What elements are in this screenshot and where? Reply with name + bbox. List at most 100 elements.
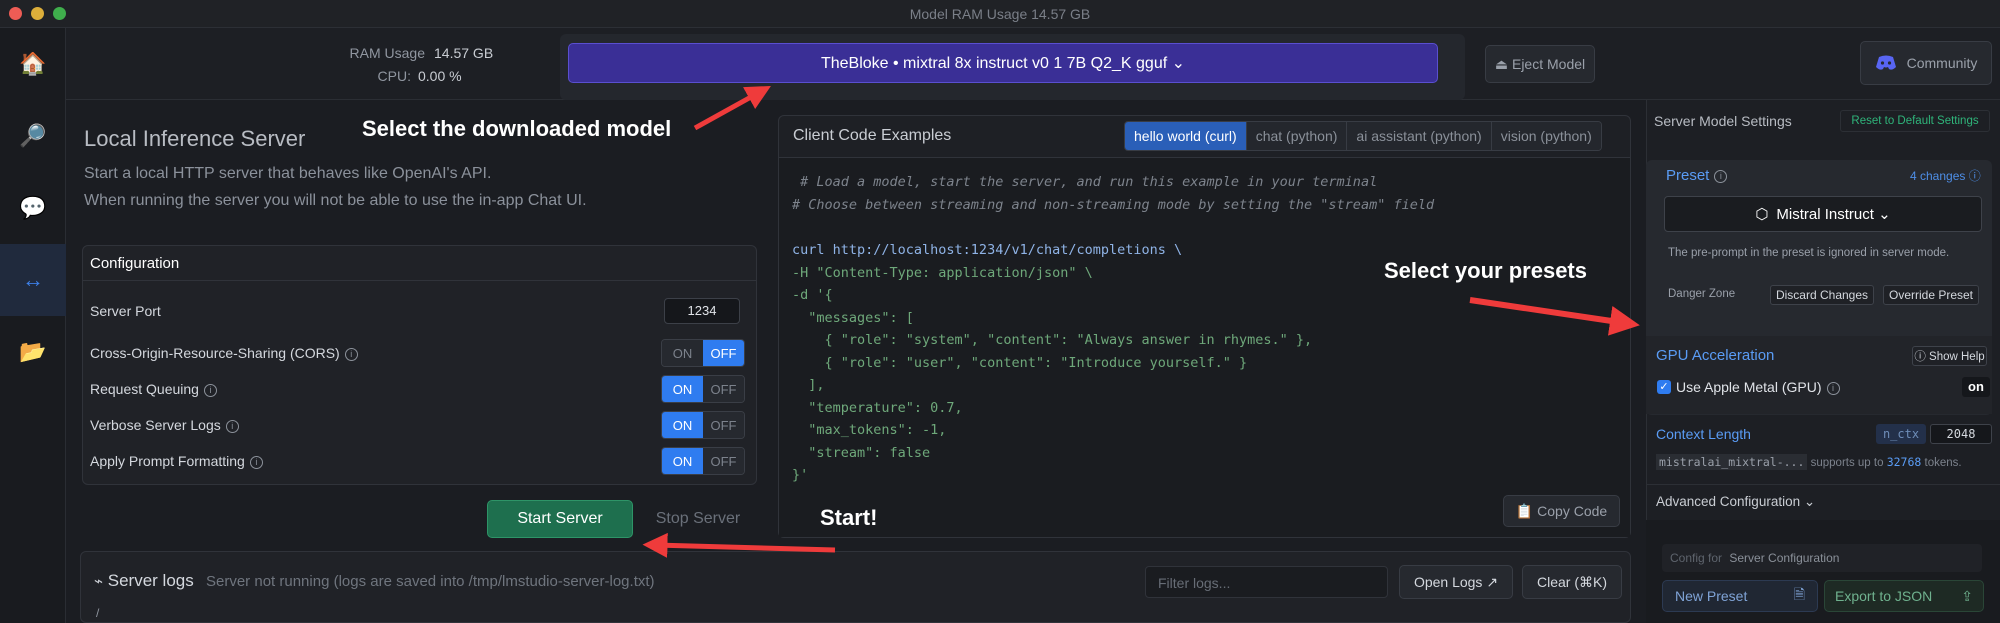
ram-usage-value: 14.57 GB [434, 45, 494, 61]
configuration-panel [82, 245, 757, 485]
metal-toggle[interactable]: on [1962, 377, 1990, 397]
code-line: "max_tokens": -1, [792, 422, 947, 438]
code-line: }' [792, 467, 809, 483]
toggle-off[interactable]: OFF [703, 448, 744, 474]
tab-hello-world-curl[interactable]: hello world (curl) [1125, 122, 1247, 150]
nav-server[interactable]: ↔ [0, 244, 66, 316]
toggle-on[interactable]: ON [662, 448, 703, 474]
chat-icon: 💬 [19, 195, 47, 220]
nav-models-folder[interactable]: 📂 [0, 316, 66, 388]
code-line: -H "Content-Type: application/json" \ [792, 265, 1093, 281]
code-line: "temperature": 0.7, [792, 400, 963, 416]
advanced-configuration-toggle[interactable]: Advanced Configuration ⌄ [1656, 494, 1815, 510]
description-line-2: When running the server you will not be … [84, 192, 587, 209]
eject-model-button[interactable]: ⏏ Eject Model [1485, 45, 1595, 83]
request-queuing-label: Request Queuing i [90, 381, 217, 397]
page-title: Local Inference Server [84, 126, 306, 151]
arrow-to-start [642, 532, 836, 558]
code-line: -d '{ [792, 287, 833, 303]
tab-chat-python[interactable]: chat (python) [1246, 122, 1348, 150]
info-icon[interactable]: i [249, 456, 263, 469]
copy-code-button[interactable]: 📋 Copy Code [1503, 495, 1620, 527]
community-label: Community [1906, 55, 1978, 71]
preset-changes-badge[interactable]: 4 changes ⓘ [1910, 167, 1981, 184]
code-line: "stream": false [792, 445, 931, 461]
server-port-input[interactable]: 1234 [664, 298, 740, 324]
stop-server-button[interactable]: Stop Server [648, 500, 748, 538]
annotation-start: Start! [820, 505, 878, 530]
divider [1646, 484, 2000, 485]
ram-usage-label: RAM Usage [349, 45, 425, 61]
context-support-note: mistralai_mixtral-... supports up to 327… [1656, 454, 1962, 470]
code-examples-title: Client Code Examples [793, 127, 952, 144]
code-tabs: hello world (curl) chat (python) ai assi… [1124, 121, 1602, 151]
toggle-on[interactable]: ON [662, 412, 703, 438]
override-preset-button[interactable]: Override Preset [1883, 285, 1979, 305]
code-line: ], [792, 377, 825, 393]
verbose-logs-label: Verbose Server Logs i [90, 417, 239, 433]
new-preset-button[interactable]: New Preset 🗎 [1662, 580, 1818, 612]
open-logs-button[interactable]: Open Logs ↗ [1399, 565, 1513, 599]
model-selector-button[interactable]: TheBloke • mixtral 8x instruct v0 1 7B Q… [568, 43, 1438, 83]
cube-icon: ⬡ [1755, 206, 1769, 223]
context-length-label: Context Length [1656, 426, 1751, 442]
metal-checkbox[interactable]: ✓ [1657, 380, 1671, 394]
nav-chat[interactable]: 💬 [0, 172, 66, 244]
verbose-logs-toggle[interactable]: ON OFF [661, 411, 745, 439]
preset-select[interactable]: ⬡ Mistral Instruct ⌄ [1664, 196, 1982, 232]
discord-icon [1875, 55, 1896, 70]
code-line: curl http://localhost:1234/v1/chat/compl… [792, 242, 1183, 258]
request-queuing-toggle[interactable]: ON OFF [661, 375, 745, 403]
filter-logs-input[interactable]: Filter logs... [1145, 566, 1388, 598]
preset-note: The pre-prompt in the preset is ignored … [1668, 247, 1950, 259]
reset-defaults-button[interactable]: Reset to Default Settings [1840, 110, 1990, 132]
file-icon: 🗎 [1793, 586, 1805, 602]
context-length-input[interactable]: 2048 [1930, 424, 1992, 444]
window-title: Model RAM Usage 14.57 GB [909, 6, 1091, 22]
start-server-button[interactable]: Start Server [487, 500, 633, 538]
info-icon[interactable]: i [225, 420, 239, 433]
title-bar: Model RAM Usage 14.57 GB [0, 0, 2000, 28]
activity-icon: ⌁ [94, 573, 104, 590]
server-icon: ↔ [22, 267, 44, 292]
settings-title: Server Model Settings [1654, 113, 1792, 129]
code-line: { "role": "user", "content": "Introduce … [792, 355, 1248, 371]
server-port-label: Server Port [90, 303, 161, 319]
annotation-select-presets: Select your presets [1384, 258, 1587, 283]
tab-vision-python[interactable]: vision (python) [1491, 122, 1601, 150]
tab-ai-assistant-python[interactable]: ai assistant (python) [1347, 122, 1492, 150]
info-icon[interactable]: i [203, 384, 217, 397]
nav-home[interactable]: 🏠 [0, 28, 66, 100]
n-ctx-badge: n_ctx [1876, 424, 1926, 444]
preset-label: Preset i [1666, 167, 1728, 184]
toggle-on[interactable]: ON [662, 340, 703, 366]
code-line: { "role": "system", "content": "Always a… [792, 332, 1313, 348]
prompt-formatting-label: Apply Prompt Formatting i [90, 453, 263, 469]
folder-icon: 📂 [19, 339, 47, 364]
info-icon[interactable]: i [344, 348, 358, 361]
prompt-formatting-toggle[interactable]: ON OFF [661, 447, 745, 475]
info-icon[interactable]: i [1714, 170, 1728, 183]
show-help-button[interactable]: ⓘ Show Help [1912, 346, 1987, 366]
configuration-title: Configuration [82, 245, 757, 281]
discard-changes-button[interactable]: Discard Changes [1770, 285, 1874, 305]
community-button[interactable]: Community [1860, 41, 1992, 85]
danger-zone-label: Danger Zone [1668, 288, 1736, 300]
code-line: # Choose between streaming and non-strea… [792, 197, 1435, 213]
metal-label: Use Apple Metal (GPU) i [1676, 379, 1840, 395]
search-icon: 🔎 [19, 123, 47, 148]
cpu-label: CPU: [377, 68, 411, 84]
code-line: "messages": [ [792, 310, 914, 326]
nav-search[interactable]: 🔎 [0, 100, 66, 172]
cors-toggle[interactable]: ON OFF [661, 339, 745, 367]
server-logs-title: ⌁ Server logs [94, 571, 194, 590]
toggle-on[interactable]: ON [662, 376, 703, 402]
info-icon[interactable]: i [1826, 382, 1840, 395]
toggle-off[interactable]: OFF [703, 376, 744, 402]
toggle-off[interactable]: OFF [703, 340, 744, 366]
clear-logs-button[interactable]: Clear (⌘K) [1522, 565, 1622, 599]
export-json-button[interactable]: Export to JSON ⇪ [1824, 580, 1984, 612]
toggle-off[interactable]: OFF [703, 412, 744, 438]
server-logs-status: Server not running (logs are saved into … [206, 573, 655, 590]
cpu-value: 0.00 % [418, 68, 462, 84]
